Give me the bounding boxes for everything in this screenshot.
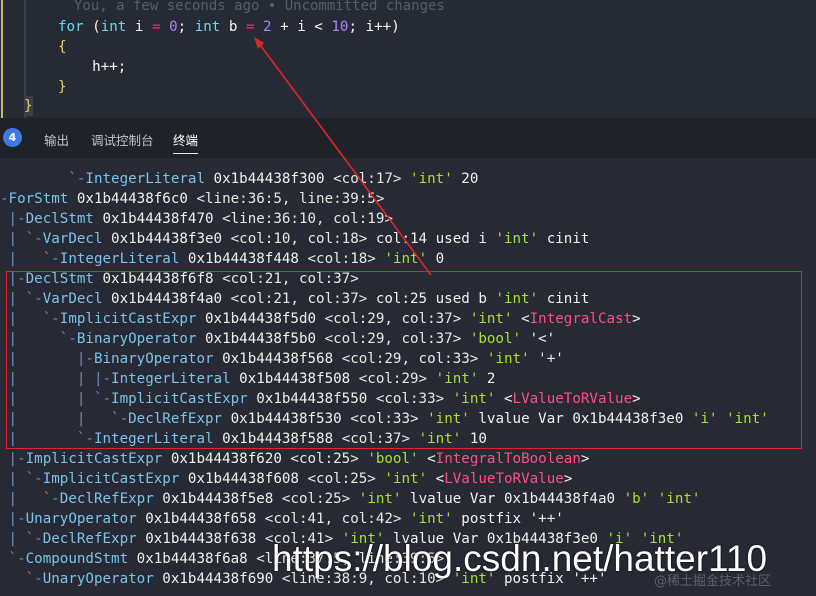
url-watermark: https://blog.csdn.net/hatter110 xyxy=(272,538,768,579)
annotation-arrow xyxy=(254,37,432,276)
